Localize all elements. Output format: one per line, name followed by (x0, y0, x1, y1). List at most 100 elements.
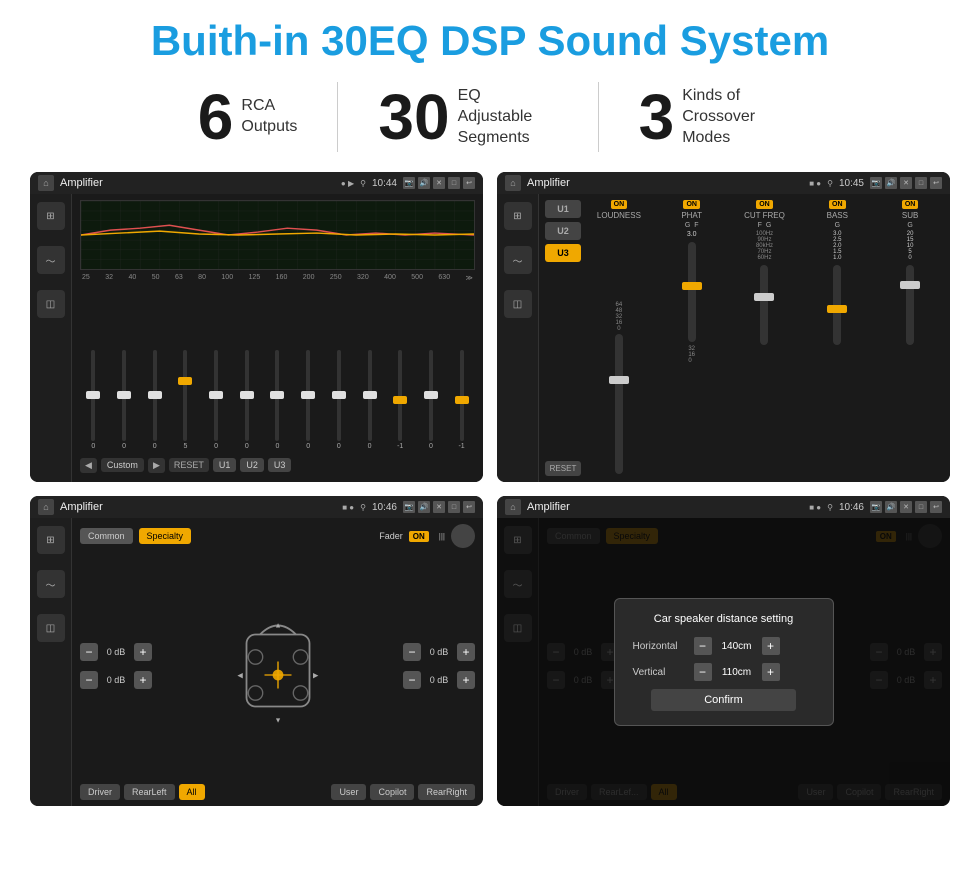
crossover-screen: ⌂ Amplifier ■ ● ⚲ 10:45 📷 🔊 ✕ □ ↩ ⊞ 〜 ◫ (497, 172, 950, 482)
fader-ctrl-3: − 0 dB + (403, 643, 475, 661)
svg-text:▲: ▲ (274, 620, 281, 629)
cx-camera-icon: 📷 (870, 177, 882, 189)
dist-back-icon[interactable]: ↩ (930, 501, 942, 513)
stat-crossover-number: 3 (639, 85, 675, 149)
fader-on-badge[interactable]: ON (409, 531, 429, 542)
cx-bass-on[interactable]: ON (829, 200, 846, 209)
fader-minus-2[interactable]: − (80, 671, 98, 689)
fader-plus-1[interactable]: + (134, 643, 152, 661)
home-icon[interactable]: ⌂ (38, 175, 54, 191)
eq-screen-content: ⊞ 〜 ◫ (30, 194, 483, 482)
dist-close-icon: ✕ (900, 501, 912, 513)
fader-sidebar-btn-3[interactable]: ◫ (37, 614, 65, 642)
dist-status-bar: ⌂ Amplifier ■ ● ⚲ 10:46 📷 🔊 ✕ □ ↩ (497, 496, 950, 518)
modal-vertical-label: Vertical (633, 667, 688, 678)
fader-car-diagram: ▲ ▼ ◀ ▶ (158, 606, 397, 726)
fader-user-icon[interactable] (451, 524, 475, 548)
dist-time: 10:46 (839, 502, 864, 513)
dist-camera-icon: 📷 (870, 501, 882, 513)
fader-back-icon[interactable]: ↩ (463, 501, 475, 513)
fader-home-icon[interactable]: ⌂ (38, 499, 54, 515)
stat-rca-label: RCAOutputs (241, 96, 297, 138)
cx-phat-on[interactable]: ON (683, 200, 700, 209)
fader-volume-icon: 🔊 (418, 501, 430, 513)
eq-reset-btn[interactable]: RESET (169, 458, 209, 472)
stat-eq-number: 30 (378, 85, 449, 149)
modal-vertical-value: 110cm (718, 667, 756, 678)
eq-track-1[interactable] (91, 350, 95, 441)
cx-loudness-on[interactable]: ON (611, 200, 628, 209)
cx-sidebar-btn-3[interactable]: ◫ (504, 290, 532, 318)
eq-slider-11: -1 (387, 350, 414, 450)
cx-home-icon[interactable]: ⌂ (505, 175, 521, 191)
cx-window-icon: □ (915, 177, 927, 189)
fader-copilot-btn[interactable]: Copilot (370, 784, 414, 800)
cx-sidebar-btn-2[interactable]: 〜 (504, 246, 532, 274)
cx-presets: U1 U2 U3 RESET (545, 200, 581, 476)
cx-reset-btn[interactable]: RESET (545, 461, 581, 476)
eq-play-btn[interactable]: ▶ (148, 458, 165, 473)
cx-sidebar-btn-1[interactable]: ⊞ (504, 202, 532, 230)
fader-minus-1[interactable]: − (80, 643, 98, 661)
modal-confirm-button[interactable]: Confirm (651, 689, 797, 711)
distance-screen: ⌂ Amplifier ■ ● ⚲ 10:46 📷 🔊 ✕ □ ↩ ⊞ 〜 ◫ (497, 496, 950, 806)
fader-plus-2[interactable]: + (134, 671, 152, 689)
fader-rearright-btn[interactable]: RearRight (418, 784, 475, 800)
cx-sub-on[interactable]: ON (902, 200, 919, 209)
fader-close-icon: ✕ (433, 501, 445, 513)
cx-u2-btn[interactable]: U2 (545, 222, 581, 240)
eq-sidebar-btn-1[interactable]: ⊞ (37, 202, 65, 230)
cx-cutfreq-name: CUT FREQ (744, 211, 785, 220)
fader-all-btn[interactable]: All (179, 784, 205, 800)
modal-horizontal-value: 140cm (718, 641, 756, 652)
fader-minus-3[interactable]: − (403, 643, 421, 661)
fader-specialty-tab[interactable]: Specialty (139, 528, 192, 544)
fader-plus-4[interactable]: + (457, 671, 475, 689)
eq-sidebar-btn-3[interactable]: ◫ (37, 290, 65, 318)
eq-slider-1: 0 (80, 350, 107, 450)
modal-horizontal-minus[interactable]: − (694, 637, 712, 655)
cx-screen-content: ⊞ 〜 ◫ U1 U2 U3 RESET (497, 194, 950, 482)
fader-user-btn[interactable]: User (331, 784, 366, 800)
fader-time: 10:46 (372, 502, 397, 513)
back-icon[interactable]: ↩ (463, 177, 475, 189)
fader-minus-4[interactable]: − (403, 671, 421, 689)
cx-location: ⚲ (827, 179, 833, 188)
modal-vertical-minus[interactable]: − (694, 663, 712, 681)
eq-slider-8: 0 (295, 350, 322, 450)
eq-slider-12: 0 (418, 350, 445, 450)
fader-sidebar-btn-2[interactable]: 〜 (37, 570, 65, 598)
stats-row: 6 RCAOutputs 30 EQ AdjustableSegments 3 … (30, 82, 950, 152)
cx-loudness-channel: ON LOUDNESS 644832160 (585, 200, 653, 476)
fader-common-tab[interactable]: Common (80, 528, 133, 544)
fader-driver-btn[interactable]: Driver (80, 784, 120, 800)
eq-screen-title: Amplifier (60, 177, 335, 189)
eq-main-area: 2532405063 80100125160200 25032040050063… (72, 194, 483, 482)
eq-freq-labels: 2532405063 80100125160200 25032040050063… (80, 274, 475, 282)
cx-cutfreq-on[interactable]: ON (756, 200, 773, 209)
dist-home-icon[interactable]: ⌂ (505, 499, 521, 515)
eq-sidebar-btn-2[interactable]: 〜 (37, 246, 65, 274)
cx-u3-btn[interactable]: U3 (545, 244, 581, 262)
page-title: Buith-in 30EQ DSP Sound System (30, 18, 950, 64)
eq-slider-9: 0 (326, 350, 353, 450)
eq-u2-btn[interactable]: U2 (240, 458, 264, 472)
eq-slider-2: 0 (111, 350, 138, 450)
distance-modal: Car speaker distance setting Horizontal … (614, 598, 834, 726)
fader-controls-area: − 0 dB + − 0 dB + (80, 554, 475, 778)
cx-phat-name: PHAT (681, 211, 702, 220)
modal-horizontal-plus[interactable]: + (762, 637, 780, 655)
eq-u1-btn[interactable]: U1 (213, 458, 237, 472)
stat-eq: 30 EQ AdjustableSegments (338, 85, 597, 149)
fader-sidebar-btn-1[interactable]: ⊞ (37, 526, 65, 554)
cx-back-icon[interactable]: ↩ (930, 177, 942, 189)
cx-u1-btn[interactable]: U1 (545, 200, 581, 218)
modal-vertical-plus[interactable]: + (762, 663, 780, 681)
fader-plus-3[interactable]: + (457, 643, 475, 661)
dist-volume-icon: 🔊 (885, 501, 897, 513)
eq-u3-btn[interactable]: U3 (268, 458, 292, 472)
fader-rearleft-btn[interactable]: RearLeft (124, 784, 175, 800)
eq-slider-10: 0 (356, 350, 383, 450)
eq-bottom-controls: ◀ Custom ▶ RESET U1 U2 U3 (80, 454, 475, 476)
eq-prev-btn[interactable]: ◀ (80, 458, 97, 473)
